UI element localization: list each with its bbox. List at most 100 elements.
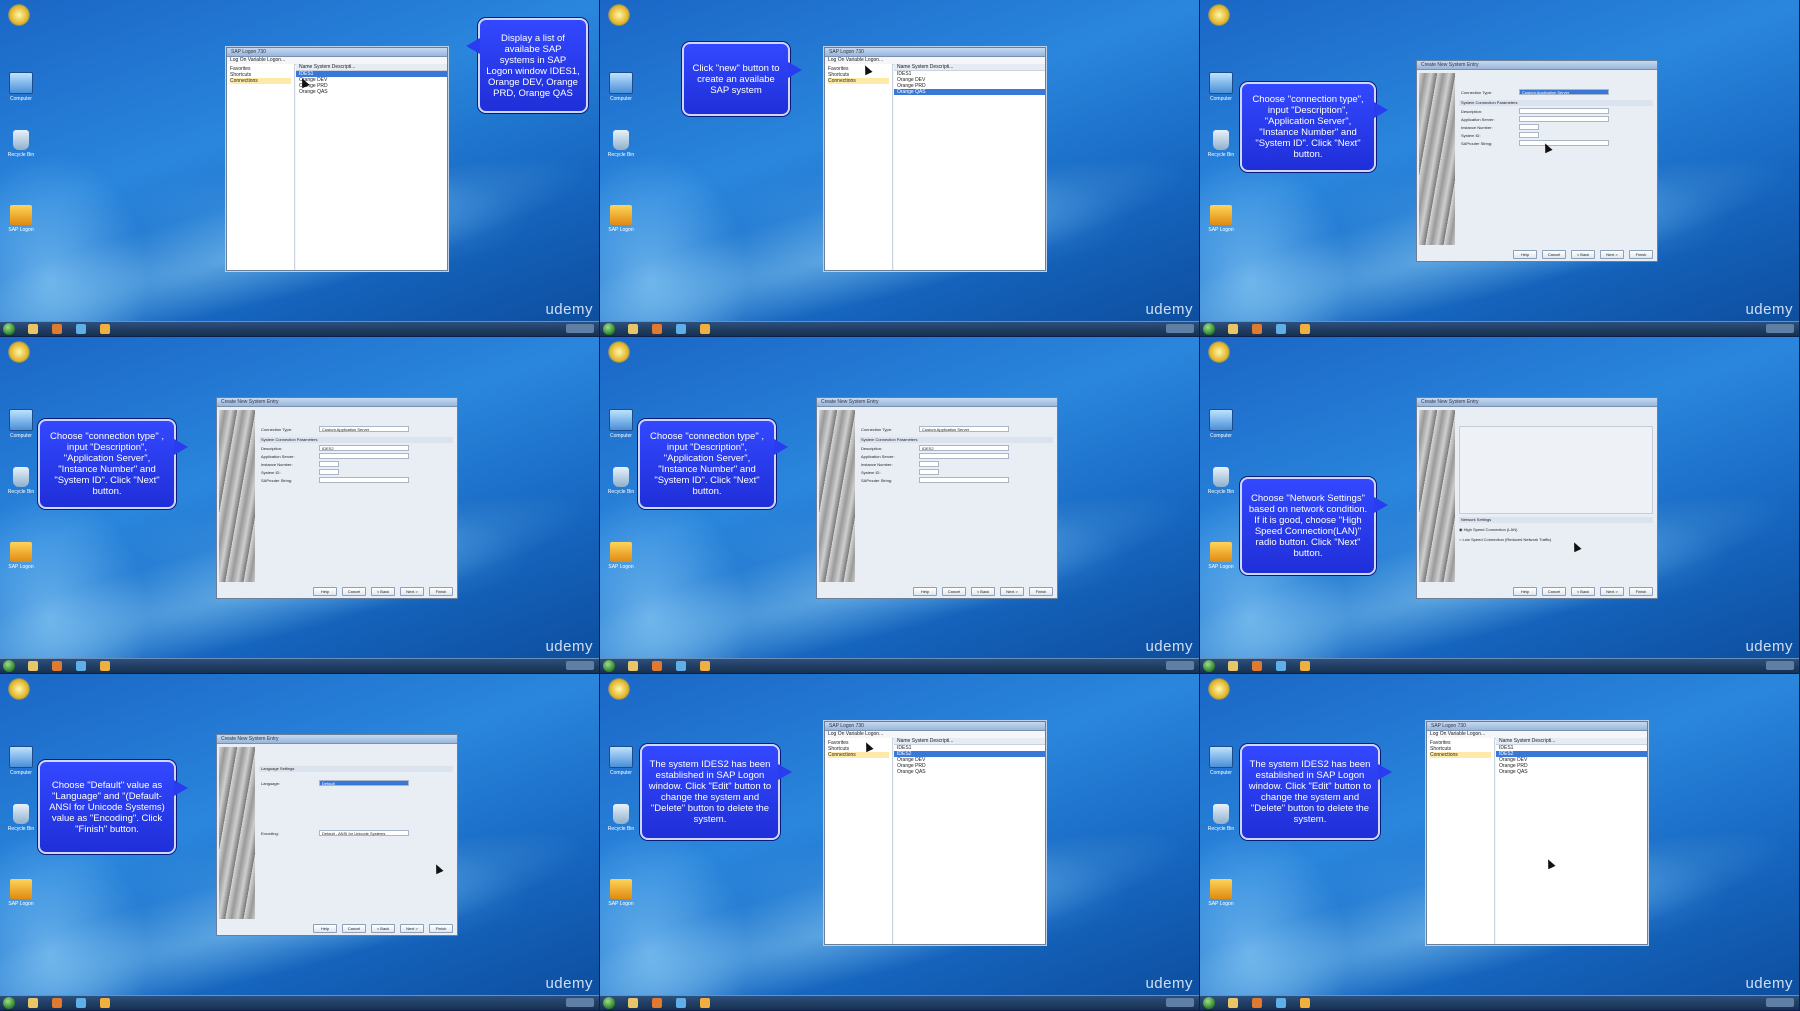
sap-logon-desktop-icon[interactable]: SAP Logon bbox=[1206, 205, 1236, 233]
sap-taskbar-icon[interactable] bbox=[100, 324, 110, 334]
ie-icon[interactable] bbox=[76, 661, 86, 671]
list-item[interactable]: Orange QAS bbox=[894, 769, 1045, 775]
tree-connections[interactable]: Connections bbox=[828, 78, 889, 84]
recycle-bin-icon[interactable]: Recycle Bin bbox=[606, 804, 636, 832]
language-select[interactable]: Default bbox=[319, 780, 409, 786]
computer-desktop-icon[interactable]: Computer bbox=[1206, 409, 1236, 439]
application-server-field[interactable] bbox=[919, 453, 1009, 459]
finish-button[interactable]: Finish bbox=[1029, 587, 1053, 596]
recycle-bin-icon[interactable]: Recycle Bin bbox=[606, 467, 636, 495]
instance-number-field[interactable] bbox=[919, 461, 939, 467]
sap-logon-desktop-icon[interactable]: SAP Logon bbox=[6, 205, 36, 233]
back-button[interactable]: < Back bbox=[371, 587, 395, 596]
tree-connections[interactable]: Connections bbox=[1430, 752, 1491, 758]
instance-number-field[interactable] bbox=[1519, 124, 1539, 130]
media-icon[interactable] bbox=[652, 324, 662, 334]
sap-taskbar-icon[interactable] bbox=[100, 998, 110, 1008]
recycle-bin-icon[interactable]: Recycle Bin bbox=[1206, 804, 1236, 832]
start-button[interactable] bbox=[1203, 997, 1215, 1009]
saprouter-field[interactable] bbox=[319, 477, 409, 483]
sap-taskbar-icon[interactable] bbox=[700, 324, 710, 334]
recycle-bin-icon[interactable]: Recycle Bin bbox=[6, 467, 36, 495]
folder-icon[interactable] bbox=[28, 661, 38, 671]
computer-desktop-icon[interactable]: Computer bbox=[6, 746, 36, 776]
encoding-select[interactable]: Default - ANSI for Unicode Systems bbox=[319, 830, 409, 836]
folder-icon[interactable] bbox=[1228, 661, 1238, 671]
sap-logon-desktop-icon[interactable]: SAP Logon bbox=[606, 879, 636, 907]
ie-icon[interactable] bbox=[1276, 324, 1286, 334]
finish-button[interactable]: Finish bbox=[429, 924, 453, 933]
tree-connections[interactable]: Connections bbox=[828, 752, 889, 758]
folder-icon[interactable] bbox=[1228, 324, 1238, 334]
sap-logon-desktop-icon[interactable]: SAP Logon bbox=[1206, 879, 1236, 907]
next-button[interactable]: Next > bbox=[400, 587, 424, 596]
ie-icon[interactable] bbox=[676, 998, 686, 1008]
recycle-bin-icon[interactable]: Recycle Bin bbox=[6, 804, 36, 832]
list-item[interactable]: Orange QAS bbox=[296, 89, 447, 95]
start-button[interactable] bbox=[603, 997, 615, 1009]
start-button[interactable] bbox=[3, 660, 15, 672]
folder-icon[interactable] bbox=[628, 998, 638, 1008]
help-button[interactable]: Help bbox=[313, 924, 337, 933]
computer-desktop-icon[interactable]: Computer bbox=[606, 746, 636, 776]
recycle-bin-icon[interactable]: Recycle Bin bbox=[606, 130, 636, 158]
start-button[interactable] bbox=[1203, 323, 1215, 335]
back-button[interactable]: < Back bbox=[1571, 250, 1595, 259]
folder-icon[interactable] bbox=[1228, 998, 1238, 1008]
back-button[interactable]: < Back bbox=[971, 587, 995, 596]
finish-button[interactable]: Finish bbox=[1629, 250, 1653, 259]
saprouter-field[interactable] bbox=[919, 477, 1009, 483]
sap-taskbar-icon[interactable] bbox=[100, 661, 110, 671]
recycle-bin-icon[interactable]: Recycle Bin bbox=[6, 130, 36, 158]
back-button[interactable]: < Back bbox=[1571, 587, 1595, 596]
back-button[interactable]: < Back bbox=[371, 924, 395, 933]
media-icon[interactable] bbox=[652, 661, 662, 671]
next-button[interactable]: Next > bbox=[1000, 587, 1024, 596]
finish-button[interactable]: Finish bbox=[429, 587, 453, 596]
recycle-bin-icon[interactable]: Recycle Bin bbox=[1206, 130, 1236, 158]
help-button[interactable]: Help bbox=[1513, 587, 1537, 596]
application-server-field[interactable] bbox=[1519, 116, 1609, 122]
ie-icon[interactable] bbox=[676, 661, 686, 671]
media-icon[interactable] bbox=[1252, 661, 1262, 671]
media-icon[interactable] bbox=[1252, 998, 1262, 1008]
list-item[interactable]: Orange QAS bbox=[894, 89, 1045, 95]
ie-icon[interactable] bbox=[76, 998, 86, 1008]
connection-type-select[interactable]: Custom Application Server bbox=[919, 426, 1009, 432]
start-button[interactable] bbox=[603, 323, 615, 335]
start-button[interactable] bbox=[603, 660, 615, 672]
folder-icon[interactable] bbox=[28, 324, 38, 334]
sap-logon-desktop-icon[interactable]: SAP Logon bbox=[606, 542, 636, 570]
cancel-button[interactable]: Cancel bbox=[342, 587, 366, 596]
cancel-button[interactable]: Cancel bbox=[342, 924, 366, 933]
computer-desktop-icon[interactable]: Computer bbox=[1206, 746, 1236, 776]
description-field[interactable]: IDES2 bbox=[919, 445, 1009, 451]
ie-icon[interactable] bbox=[76, 324, 86, 334]
computer-desktop-icon[interactable]: Computer bbox=[606, 72, 636, 102]
sap-taskbar-icon[interactable] bbox=[1300, 998, 1310, 1008]
tree-connections[interactable]: Connections bbox=[230, 78, 291, 84]
low-speed-radio[interactable]: ○ Low Speed Connection (Reduced Network … bbox=[1459, 535, 1653, 545]
saprouter-field[interactable] bbox=[1519, 140, 1609, 146]
system-id-field[interactable] bbox=[319, 469, 339, 475]
instance-number-field[interactable] bbox=[319, 461, 339, 467]
next-button[interactable]: Next > bbox=[400, 924, 424, 933]
help-button[interactable]: Help bbox=[1513, 250, 1537, 259]
computer-desktop-icon[interactable]: Computer bbox=[6, 72, 36, 102]
cancel-button[interactable]: Cancel bbox=[1542, 587, 1566, 596]
application-server-field[interactable] bbox=[319, 453, 409, 459]
start-button[interactable] bbox=[3, 323, 15, 335]
list-item[interactable]: Orange QAS bbox=[1496, 769, 1647, 775]
connection-type-select[interactable]: Custom Application Server bbox=[319, 426, 409, 432]
folder-icon[interactable] bbox=[628, 661, 638, 671]
ie-icon[interactable] bbox=[1276, 998, 1286, 1008]
high-speed-radio[interactable]: ◉ High Speed Connection (LAN) bbox=[1459, 525, 1653, 535]
description-field[interactable]: IDES2 bbox=[319, 445, 409, 451]
cancel-button[interactable]: Cancel bbox=[1542, 250, 1566, 259]
sap-taskbar-icon[interactable] bbox=[700, 998, 710, 1008]
start-button[interactable] bbox=[3, 997, 15, 1009]
description-field[interactable] bbox=[1519, 108, 1609, 114]
sap-logon-desktop-icon[interactable]: SAP Logon bbox=[606, 205, 636, 233]
media-icon[interactable] bbox=[52, 661, 62, 671]
recycle-bin-icon[interactable]: Recycle Bin bbox=[1206, 467, 1236, 495]
